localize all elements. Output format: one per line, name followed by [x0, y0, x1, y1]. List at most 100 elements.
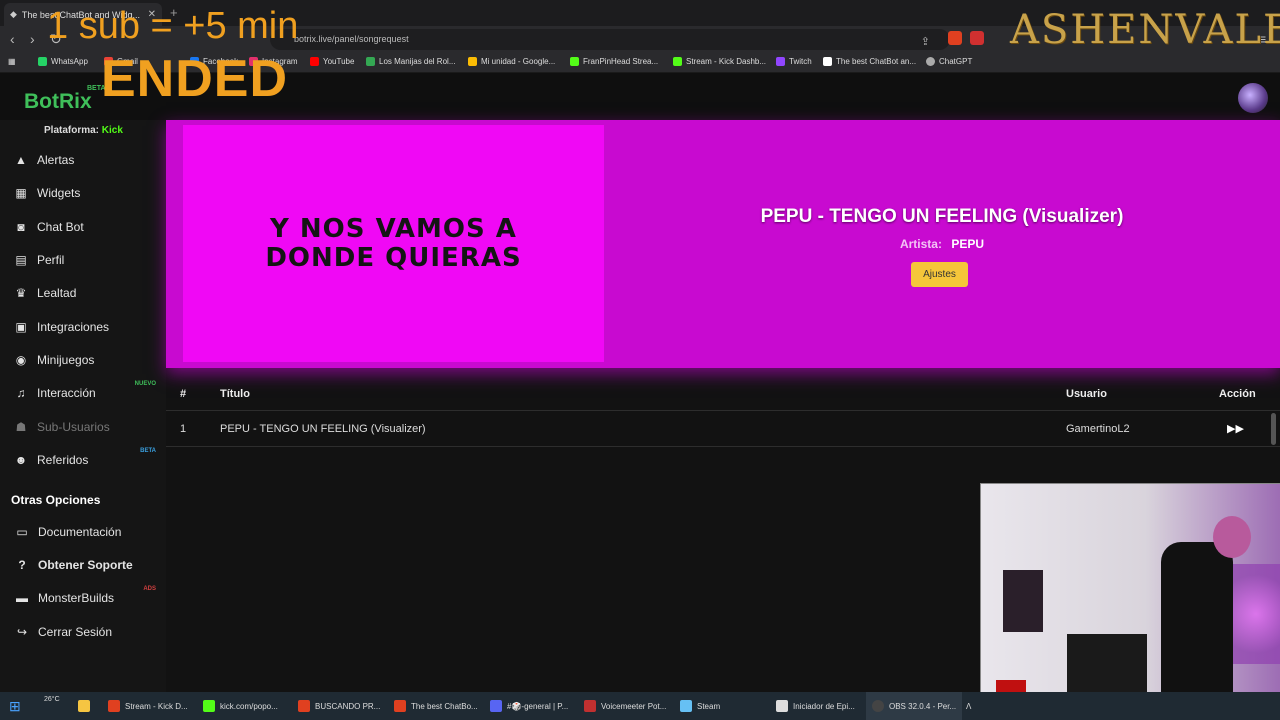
beta-badge: BETA [140, 448, 156, 454]
sidebar-item-chat-bot[interactable]: ◙ Chat Bot [0, 213, 166, 241]
sidebar-item-alertas[interactable]: ▲ Alertas [0, 146, 166, 174]
taskbar-item[interactable]: Iniciador de Epi... [776, 692, 855, 720]
site-favicon-icon: ◆ [10, 9, 17, 19]
bookmark-item[interactable]: Stream - Kick Dashb... [673, 57, 766, 66]
sidebar-item-interaccion[interactable]: ♫ Interacción NUEVO [0, 379, 166, 407]
youtube-icon [310, 57, 319, 66]
id-card-icon: ▤ [15, 253, 27, 267]
rewards-icon[interactable] [970, 31, 984, 45]
bookmark-item[interactable]: WhatsApp [38, 57, 88, 66]
bookmark-item[interactable]: FranPinHead Strea... [570, 57, 658, 66]
bookmark-item[interactable]: YouTube [310, 57, 354, 66]
sidebar-item-minijuegos[interactable]: ◉ Minijuegos [0, 346, 166, 374]
obs-icon [872, 700, 884, 712]
scrollbar[interactable] [1271, 413, 1276, 445]
apps-grid-icon[interactable]: ▦ [8, 57, 16, 66]
ashenvale-logo: ASHENVALE [1010, 7, 1280, 53]
robot-icon: ◙ [17, 220, 25, 234]
now-playing-banner: Y NOS VAMOS A DONDE QUIERAS PEPU - TENGO… [166, 120, 1280, 368]
brave-shield-icon[interactable] [948, 31, 962, 45]
weather-widget[interactable]: 26°C [44, 696, 60, 703]
taskbar-item[interactable]: Voicemeeter Pot... [584, 692, 666, 720]
laptop-icon: ▬ [16, 591, 28, 605]
cam-poster [1003, 570, 1043, 632]
share-icon[interactable]: ⇪ [921, 35, 940, 48]
brave-icon [298, 700, 310, 712]
trophy-icon: ♛ [15, 286, 27, 300]
artist-name: PEPU [951, 237, 985, 251]
epic-icon [776, 700, 788, 712]
back-icon[interactable]: ‹ [10, 31, 15, 47]
taskbar-item[interactable]: #🎲-general | P... [490, 692, 568, 720]
cam-person [1161, 542, 1233, 693]
brave-icon [108, 700, 120, 712]
address-bar[interactable]: botrix.live/panel/songrequest ⇪ [270, 29, 950, 50]
bookmark-item[interactable]: Los Manijas del Rol... [366, 57, 455, 66]
sidebar-item-perfil[interactable]: ▤ Perfil [0, 246, 166, 274]
song-title: PEPU - TENGO UN FEELING (Visualizer) [760, 206, 1124, 227]
song-queue-table: # Título Usuario Acción 1 PEPU - TENGO U… [166, 378, 1280, 447]
bookmark-item[interactable]: Mi unidad - Google... [468, 57, 555, 66]
file-explorer-icon[interactable] [78, 692, 95, 720]
steam-icon [680, 700, 692, 712]
sidebar-item-sub-usuarios[interactable]: ☗ Sub-Usuarios [0, 413, 166, 441]
app-icon[interactable]: Λ [966, 692, 971, 720]
sidebar-item-monsterbuilds[interactable]: ▬ MonsterBuilds ADS [0, 584, 166, 612]
url-text: botrix.live/panel/songrequest [294, 34, 409, 44]
table-header: # Título Usuario Acción [166, 378, 1280, 411]
ended-overlay: ENDED [101, 50, 289, 108]
drive-icon [468, 57, 477, 66]
discord-icon [490, 700, 502, 712]
video-lyrics: Y NOS VAMOS A DONDE QUIERAS [265, 213, 522, 273]
skip-forward-icon[interactable]: ▶▶ [1227, 422, 1244, 435]
sidebar-item-cerrar-sesion[interactable]: ↪ Cerrar Sesión [0, 618, 166, 646]
other-options-heading: Otras Opciones [11, 493, 101, 507]
taskbar-item[interactable]: kick.com/popo... [203, 692, 278, 720]
music-icon: ♫ [16, 386, 26, 400]
kick-icon [203, 700, 215, 712]
new-badge: NUEVO [134, 381, 156, 387]
gamepad-icon: ◉ [15, 353, 27, 367]
windows-start-icon[interactable]: ⊞ [9, 698, 21, 715]
bookmark-item[interactable]: The best ChatBot an... [823, 57, 916, 66]
webcam-feed [980, 483, 1280, 693]
taskbar-item[interactable]: Stream - Kick D... [108, 692, 188, 720]
user-group-icon: ☻ [14, 453, 28, 467]
cam-person-head [1213, 516, 1251, 558]
video-player[interactable]: Y NOS VAMOS A DONDE QUIERAS [183, 125, 604, 362]
ads-badge: ADS [143, 586, 156, 592]
sidebar-item-documentacion[interactable]: ▭ Documentación [0, 518, 166, 546]
taskbar-item[interactable]: BUSCANDO PR... [298, 692, 380, 720]
twitch-icon [776, 57, 785, 66]
users-icon: ☗ [15, 420, 27, 434]
warning-icon: ▲ [15, 153, 27, 167]
header-user: Usuario [1066, 388, 1107, 400]
taskbar-item[interactable]: The best ChatBo... [394, 692, 478, 720]
sidebar-item-integraciones[interactable]: ▣ Integraciones [0, 313, 166, 341]
kick-icon [570, 57, 579, 66]
bookmark-item[interactable]: ChatGPT [926, 57, 972, 66]
botrix-logo[interactable]: BotRix [24, 90, 92, 114]
avatar[interactable] [1238, 83, 1268, 113]
help-icon: ? [18, 558, 26, 572]
plug-icon: ▣ [15, 320, 27, 334]
header-title: Título [220, 388, 250, 400]
kick-icon [673, 57, 682, 66]
cam-light [1231, 564, 1280, 664]
settings-button[interactable]: Ajustes [911, 262, 968, 287]
sidebar-item-lealtad[interactable]: ♛ Lealtad [0, 279, 166, 307]
taskbar-item[interactable]: Steam [680, 692, 720, 720]
sidebar: Plataforma: Kick ▲ Alertas ▦ Widgets ◙ C… [0, 120, 166, 692]
sidebar-item-referidos[interactable]: ☻ Referidos BETA [0, 446, 166, 474]
document-icon: ▭ [16, 525, 28, 539]
brave-icon [394, 700, 406, 712]
chatgpt-icon [926, 57, 935, 66]
forward-icon[interactable]: › [30, 31, 35, 47]
bookmark-item[interactable]: Twitch [776, 57, 812, 66]
sub-timer-overlay: 1 sub = +5 min [47, 5, 299, 47]
row-title: PEPU - TENGO UN FEELING (Visualizer) [220, 423, 426, 435]
taskbar-item[interactable]: OBS 32.0.4 - Per... [866, 692, 963, 720]
sidebar-item-obtener-soporte[interactable]: ? Obtener Soporte [0, 551, 166, 579]
widgets-icon: ▦ [15, 186, 27, 200]
sidebar-item-widgets[interactable]: ▦ Widgets [0, 179, 166, 207]
